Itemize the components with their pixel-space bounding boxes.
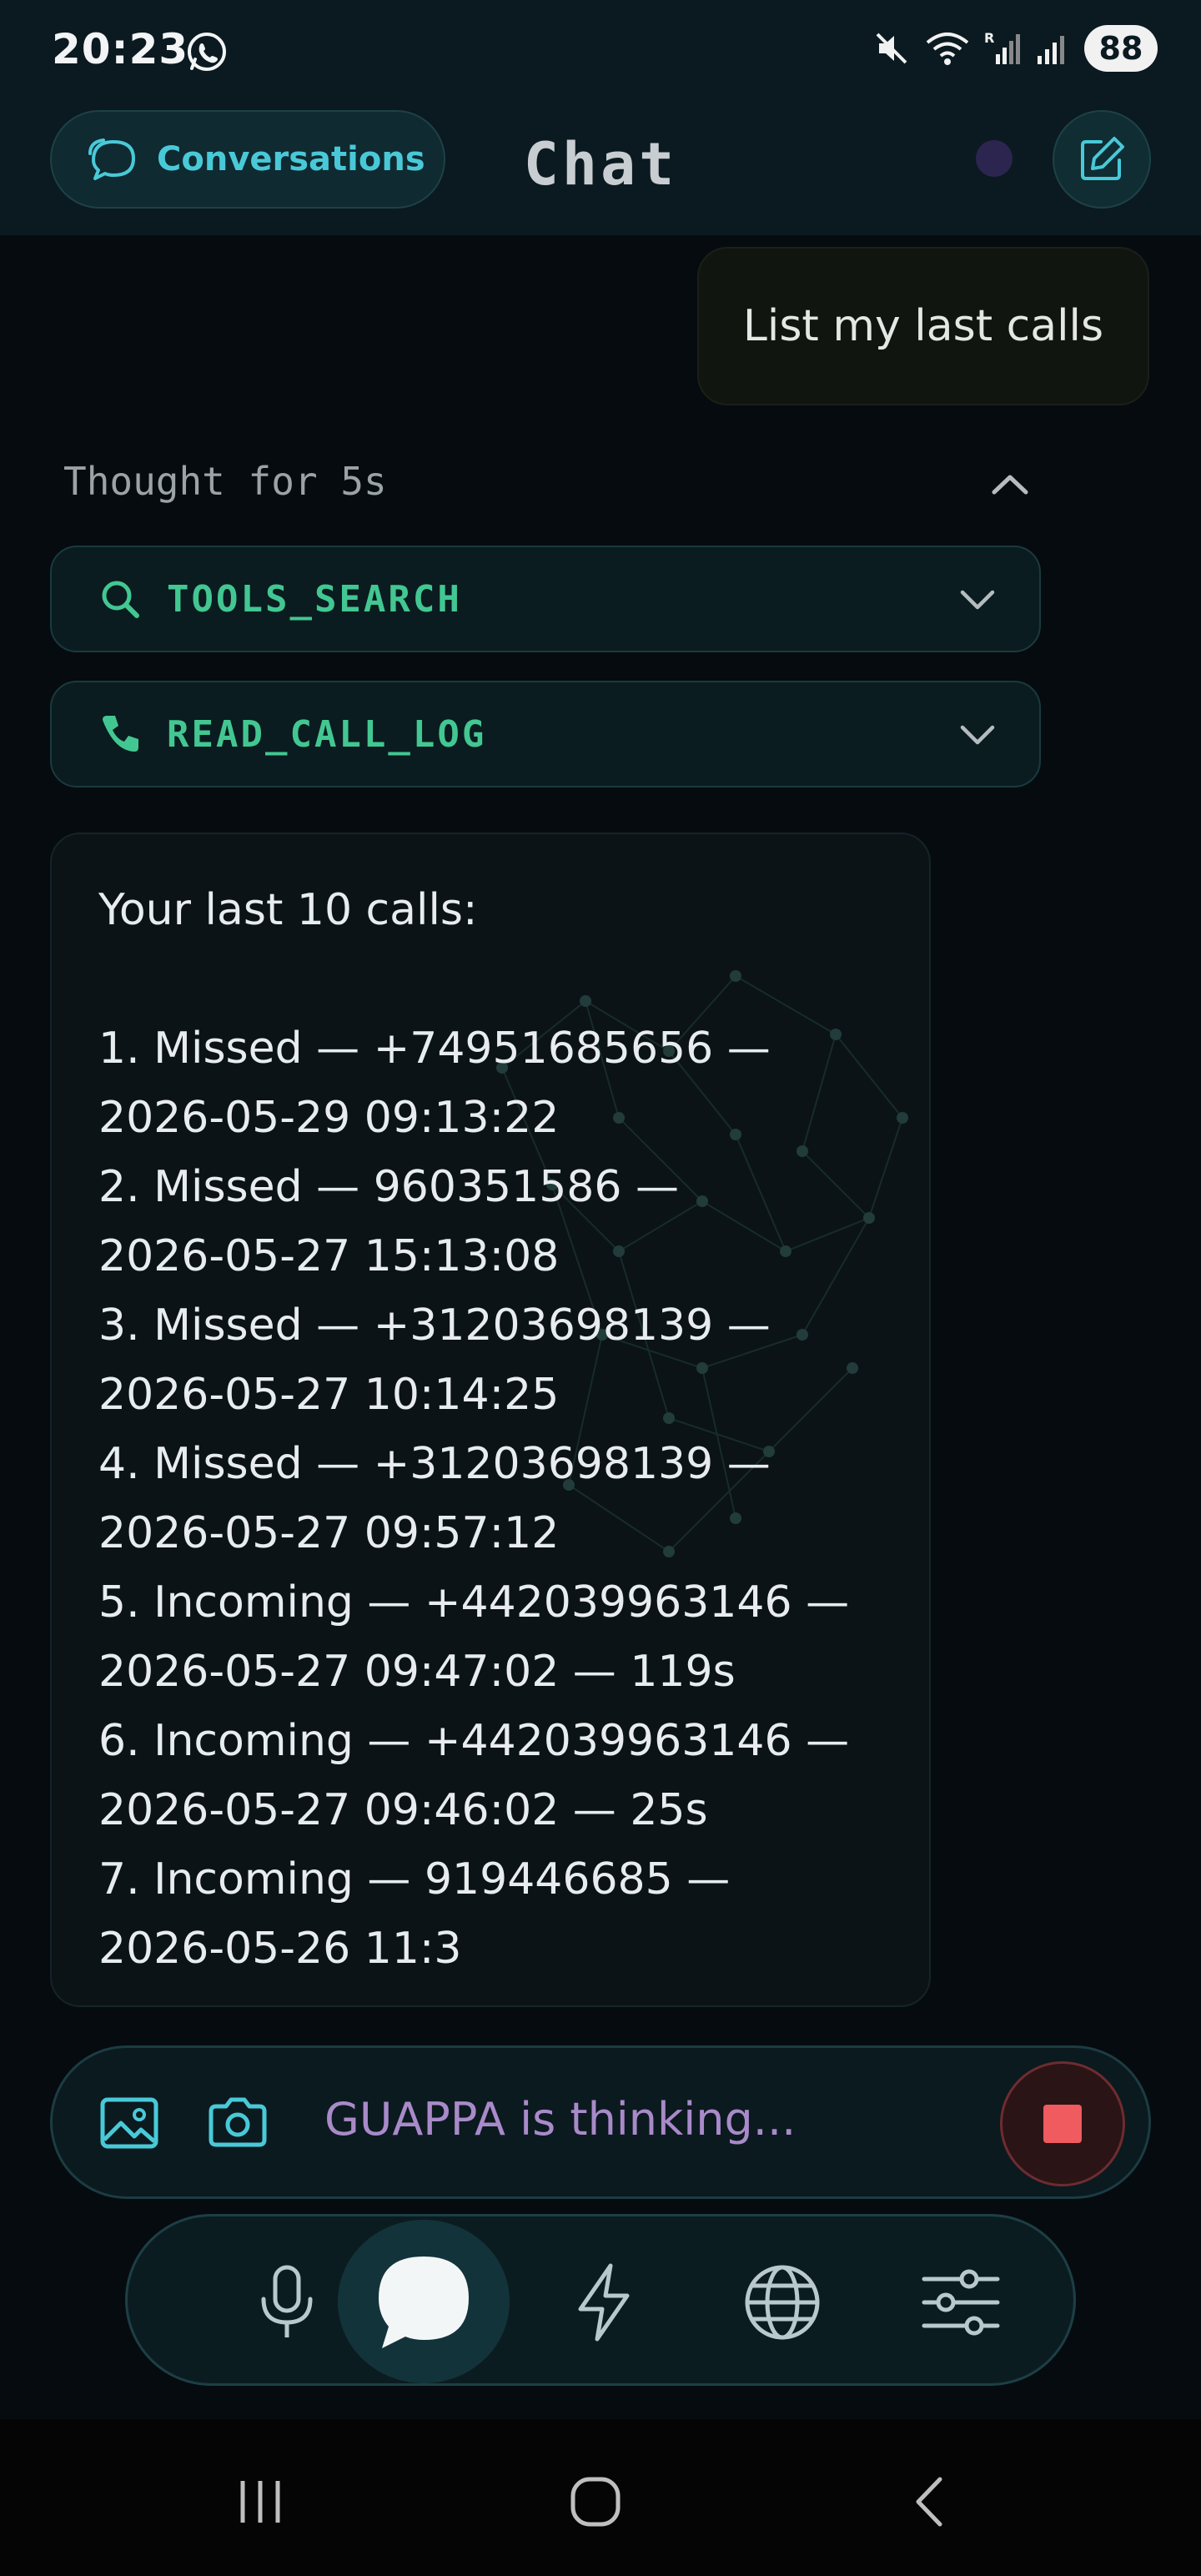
message-line: Your last 10 calls:: [98, 885, 478, 935]
chat-icon: [379, 2257, 469, 2348]
user-message-bubble: List my last calls: [697, 247, 1149, 405]
message-line: 1. Missed — +74951685656 —: [98, 1024, 771, 1074]
battery-indicator: 88: [1084, 25, 1158, 72]
dock-web[interactable]: [696, 2216, 868, 2388]
message-line: 2026-05-27 09:46:02 — 25s: [98, 1785, 708, 1835]
phone-icon: [103, 716, 138, 752]
stop-icon: [1043, 2105, 1082, 2143]
thought-toggle[interactable]: Thought for 5s: [63, 459, 1031, 517]
recents-button[interactable]: [219, 2464, 302, 2539]
status-bar: 20:23 R 88: [0, 0, 1201, 100]
camera-icon[interactable]: [203, 2090, 273, 2156]
dock-chat[interactable]: [338, 2220, 510, 2383]
message-line: 5. Incoming — +442039963146 —: [98, 1577, 850, 1628]
assistant-message-text: Your last 10 calls: 1. Missed — +7495168…: [98, 876, 899, 1984]
message-input[interactable]: GUAPPA is thinking...: [324, 2093, 796, 2146]
dock-actions[interactable]: [518, 2216, 690, 2388]
message-line: 2026-05-27 09:47:02 — 119s: [98, 1647, 736, 1697]
wifi-icon: [926, 33, 969, 65]
chevron-up-icon: [992, 475, 1028, 495]
page-title: Chat: [523, 130, 678, 199]
svg-text:R: R: [984, 30, 994, 46]
status-clock: 20:23: [52, 25, 189, 73]
thought-label: Thought for 5s: [63, 459, 387, 504]
microphone-icon: [261, 2265, 313, 2337]
message-line: 2026-05-27 09:57:12: [98, 1508, 560, 1558]
message-line: 2026-05-27 10:14:25: [98, 1370, 560, 1420]
chevron-down-icon: [960, 725, 995, 745]
status-icons: R 88: [872, 25, 1158, 72]
tool-name: TOOLS_SEARCH: [167, 577, 462, 621]
back-button[interactable]: [889, 2464, 972, 2539]
assistant-message-bubble: Your last 10 calls: 1. Missed — +7495168…: [50, 833, 931, 2007]
app-header: Conversations Chat: [0, 100, 1201, 235]
message-line: [98, 945, 899, 1014]
sliders-icon: [922, 2269, 1000, 2336]
chat-input-bar: GUAPPA is thinking...: [50, 2045, 1151, 2199]
message-line: 2. Missed — 960351586 —: [98, 1162, 679, 1212]
message-line: 3. Missed — +31203698139 —: [98, 1301, 771, 1351]
system-nav-bar: [0, 2419, 1201, 2576]
message-line: 2026-05-29 09:13:22: [98, 1093, 560, 1143]
tool-name: READ_CALL_LOG: [167, 712, 487, 756]
home-icon: [570, 2477, 621, 2527]
search-icon: [102, 581, 139, 618]
signal-r-icon: R: [984, 30, 1020, 64]
message-line: 2026-05-26 11:3: [98, 1924, 462, 1974]
whatsapp-icon: [188, 33, 226, 71]
lightning-icon: [578, 2263, 630, 2342]
chevron-down-icon: [960, 590, 995, 610]
bottom-dock: [125, 2214, 1076, 2386]
signal-icon: [1038, 36, 1064, 64]
message-line: 7. Incoming — 919446685 —: [98, 1854, 731, 1904]
dock-settings[interactable]: [875, 2216, 1047, 2388]
tool-call-read-call-log[interactable]: READ_CALL_LOG: [50, 681, 1041, 787]
message-line: 6. Incoming — +442039963146 —: [98, 1716, 850, 1766]
message-line: 2026-05-27 15:13:08: [98, 1231, 560, 1281]
message-line: 4. Missed — +31203698139 —: [98, 1439, 771, 1489]
connection-status-dot: [976, 140, 1013, 177]
globe-icon: [745, 2265, 820, 2340]
image-icon[interactable]: [96, 2090, 163, 2156]
recents-icon: [240, 2481, 280, 2523]
home-button[interactable]: [554, 2464, 637, 2539]
stop-generation-button[interactable]: [1000, 2061, 1125, 2186]
user-message-text: List my last calls: [742, 301, 1104, 351]
new-chat-button[interactable]: [1053, 110, 1151, 209]
edit-icon: [1081, 137, 1124, 180]
tool-call-tools-search[interactable]: TOOLS_SEARCH: [50, 546, 1041, 652]
mute-icon: [876, 33, 907, 64]
back-icon: [916, 2477, 942, 2527]
